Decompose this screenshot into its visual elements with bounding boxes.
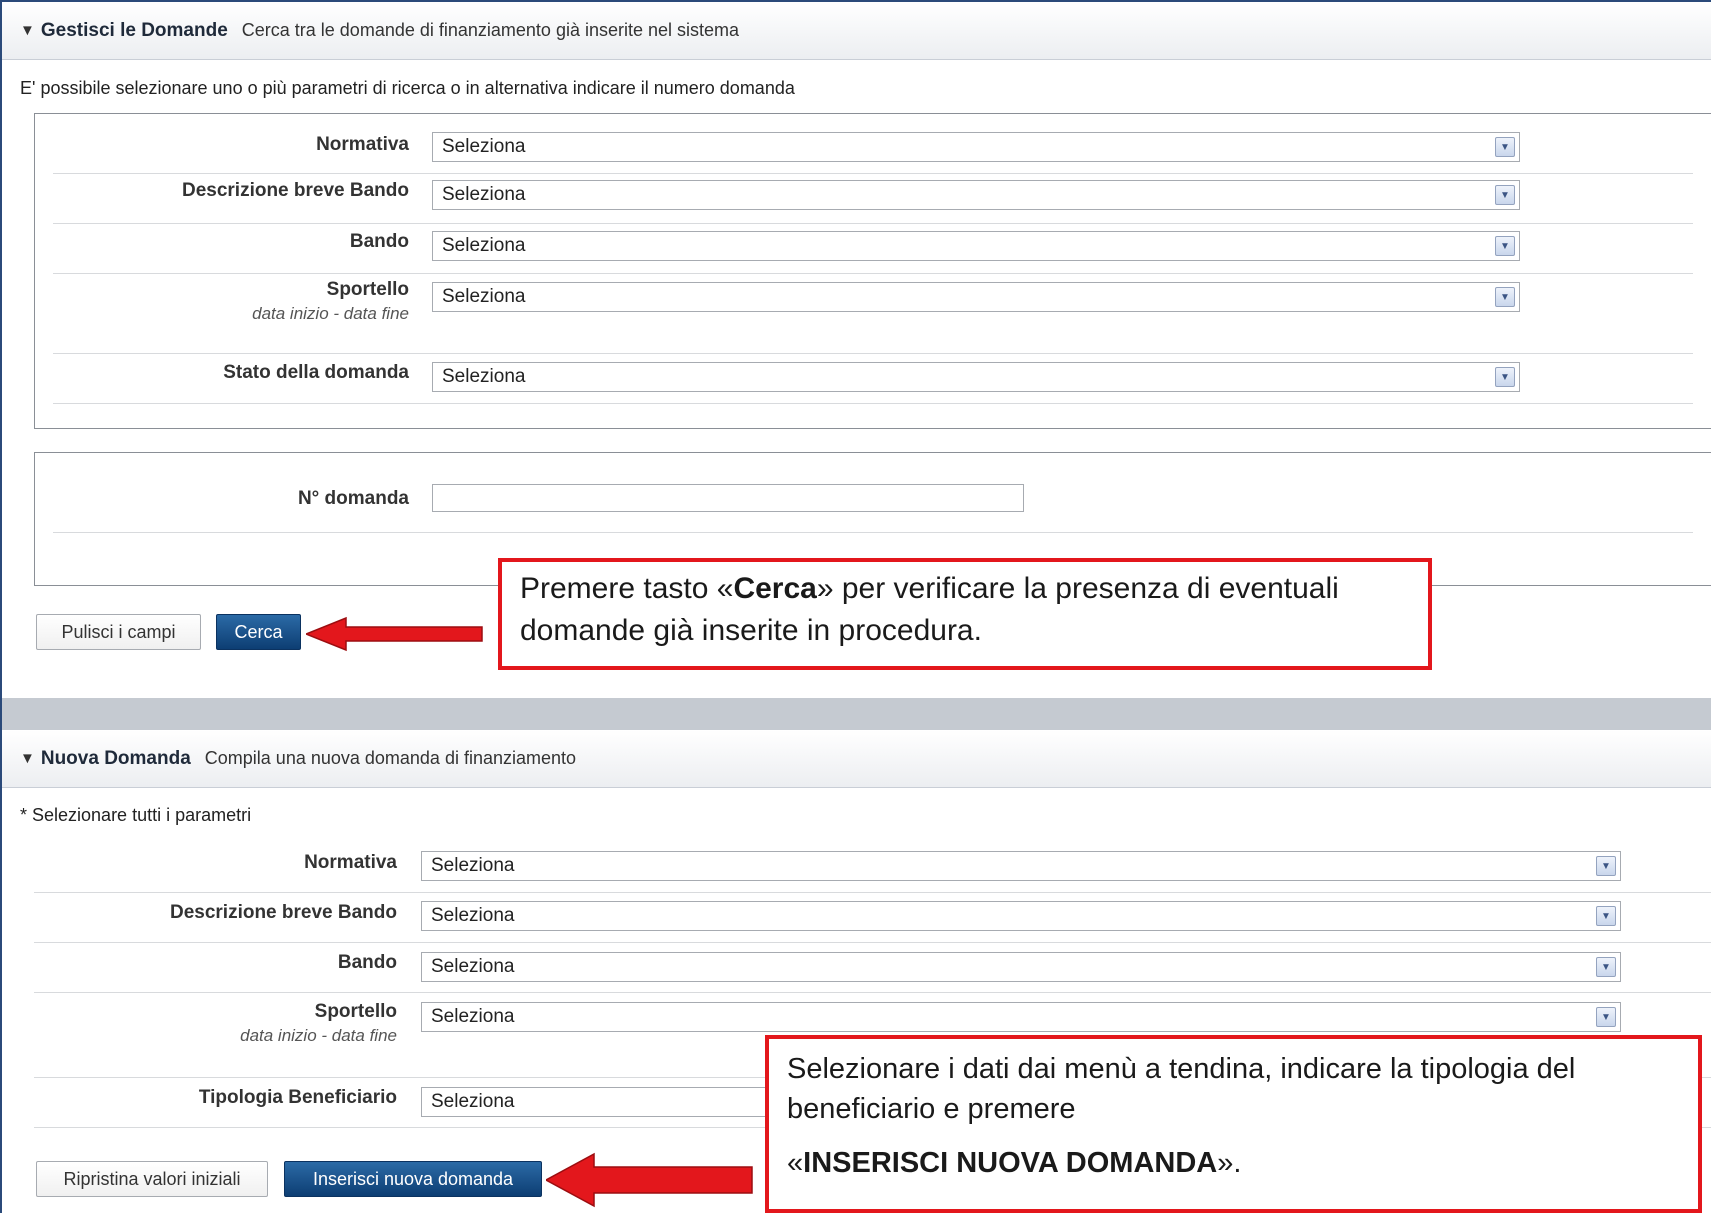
descrizione-bando-select[interactable]: Seleziona ▼ [432,180,1520,210]
filter-row-descrizione: Descrizione breve Bando Seleziona ▼ [53,174,1693,224]
chevron-down-icon[interactable]: ▼ [1495,236,1515,256]
search-instruction-callout: Premere tasto «Cerca» per verificare la … [498,558,1432,670]
filter-label: Descrizione breve Bando [181,180,409,201]
select-value: Seleziona [442,184,526,205]
new-section-subtitle: Compila una nuova domanda di finanziamen… [204,748,577,768]
callout-text: Selezionare i dati dai menù a tendina, i… [787,1053,1576,1125]
reset-values-button[interactable]: Ripristina valori iniziali [36,1161,268,1197]
new-hint: * Selezionare tutti i parametri [20,805,252,825]
select-value: Seleziona [442,286,526,307]
filter-row-bando: Bando Seleziona ▼ [53,224,1693,274]
filter-label: Bando [349,231,409,252]
collapse-triangle-icon[interactable]: ▼ [20,750,35,767]
select-value: Seleziona [431,956,515,977]
insert-instruction-callout: Selezionare i dati dai menù a tendina, i… [765,1035,1702,1213]
new-section-title: Nuova Domanda [40,747,191,769]
search-section-title: Gestisci le Domande [40,19,228,41]
collapse-triangle-icon[interactable]: ▼ [20,22,35,39]
chevron-down-icon[interactable]: ▼ [1596,906,1616,926]
filter-row-stato: Stato della domanda Seleziona ▼ [53,354,1693,404]
filter-label: Normativa [316,134,409,155]
chevron-down-icon[interactable]: ▼ [1596,1007,1616,1027]
filter-sublabel: data inizio - data fine [252,304,409,323]
pointer-arrow-icon [306,616,483,652]
normativa-select[interactable]: Seleziona ▼ [432,132,1520,162]
search-button[interactable]: Cerca [216,614,301,650]
new-descrizione-bando-select[interactable]: Seleziona ▼ [421,901,1621,931]
callout-bold-text: INSERISCI NUOVA DOMANDA [803,1147,1218,1179]
numero-domanda-input[interactable] [432,484,1024,512]
clear-fields-button[interactable]: Pulisci i campi [36,614,201,650]
search-hint: E' possibile selezionare uno o più param… [20,78,795,98]
search-filters-panel: Normativa Seleziona ▼ Descrizione breve … [34,113,1711,429]
insert-new-application-button[interactable]: Inserisci nuova domanda [284,1161,542,1197]
bando-select[interactable]: Seleziona ▼ [432,231,1520,261]
field-label: Bando [337,952,397,973]
select-value: Seleziona [442,136,526,157]
new-row-descrizione: Descrizione breve Bando Seleziona ▼ [34,893,1711,943]
section-separator [2,698,1711,730]
pointer-arrow-icon [546,1152,753,1208]
select-value: Seleziona [442,235,526,256]
chevron-down-icon[interactable]: ▼ [1596,957,1616,977]
select-value: Seleziona [442,366,526,387]
filter-row-numero: N° domanda [53,483,1693,533]
chevron-down-icon[interactable]: ▼ [1495,137,1515,157]
select-value: Seleziona [431,1006,515,1027]
field-label: Tipologia Beneficiario [198,1087,397,1108]
callout-text: ». [1217,1147,1242,1179]
callout-text: « [787,1147,804,1179]
new-sportello-select[interactable]: Seleziona ▼ [421,1002,1621,1032]
field-label: Normativa [304,852,397,873]
new-row-normativa: Normativa Seleziona ▼ [34,843,1711,893]
select-value: Seleziona [431,905,515,926]
field-sublabel: data inizio - data fine [240,1026,397,1045]
select-value: Seleziona [431,855,515,876]
sportello-select[interactable]: Seleziona ▼ [432,282,1520,312]
chevron-down-icon[interactable]: ▼ [1495,367,1515,387]
new-row-bando: Bando Seleziona ▼ [34,943,1711,993]
filter-label: Sportello [326,279,409,300]
filter-label: Stato della domanda [223,362,409,383]
filter-row-normativa: Normativa Seleziona ▼ [53,124,1693,174]
chevron-down-icon[interactable]: ▼ [1495,287,1515,307]
stato-domanda-select[interactable]: Seleziona ▼ [432,362,1520,392]
new-bando-select[interactable]: Seleziona ▼ [421,952,1621,982]
new-section-header[interactable]: ▼ Nuova Domanda Compila una nuova domand… [2,730,1711,788]
field-label: Descrizione breve Bando [169,902,397,923]
search-section-subtitle: Cerca tra le domande di finanziamento gi… [241,20,740,40]
number-label: N° domanda [297,488,409,509]
search-section-header[interactable]: ▼ Gestisci le Domande Cerca tra le doman… [2,2,1711,60]
chevron-down-icon[interactable]: ▼ [1596,856,1616,876]
filter-row-sportello: Sportello data inizio - data fine Selezi… [53,274,1693,354]
chevron-down-icon[interactable]: ▼ [1495,185,1515,205]
callout-text: Premere tasto « [520,572,734,605]
select-value: Seleziona [431,1091,515,1112]
callout-bold-text: Cerca [733,572,817,605]
field-label: Sportello [314,1001,397,1022]
new-normativa-select[interactable]: Seleziona ▼ [421,851,1621,881]
